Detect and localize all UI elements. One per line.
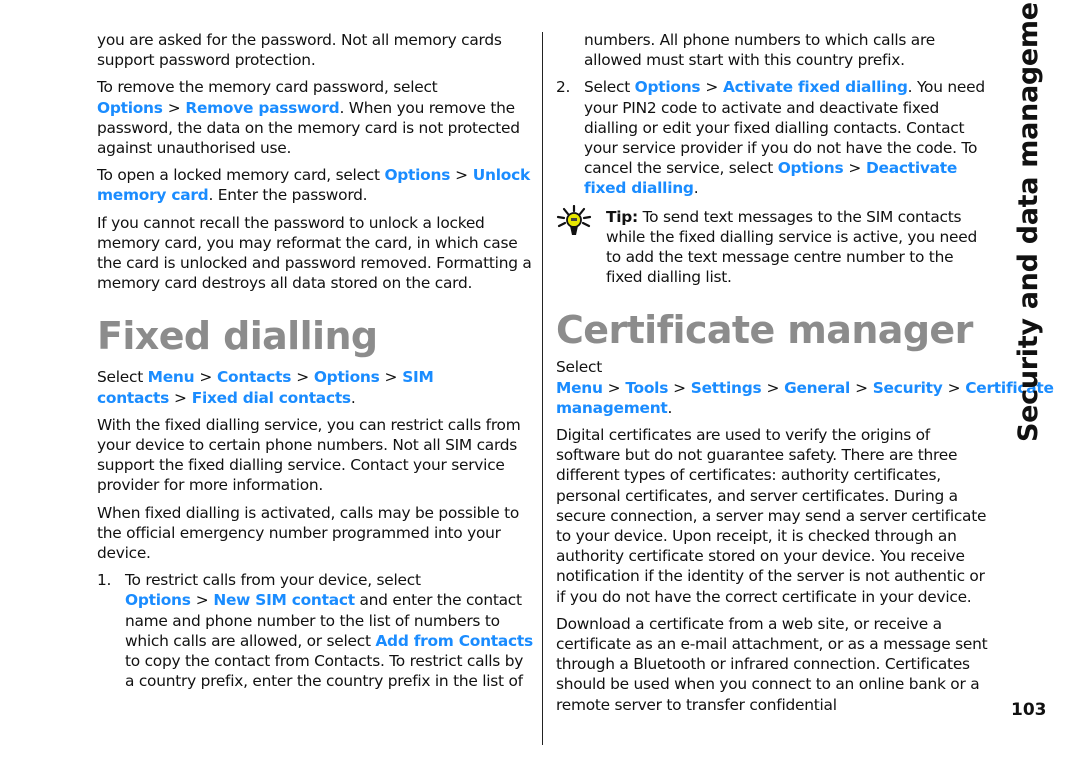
paragraph-remove-password: To remove the memory card password, sele… — [97, 78, 520, 158]
steps-list: 1. To restrict calls from your device, se… — [97, 570, 533, 691]
step-item: 1. To restrict calls from your device, se… — [97, 571, 533, 691]
section-heading-certificate-manager: Certificate manager — [556, 308, 973, 353]
menu-path-fixed-dialling: Select Menu > Contacts > Options > SIM contact… — [97, 368, 434, 407]
lightbulb-icon — [556, 204, 592, 235]
link-activate-fixed-dialling[interactable]: Activate fixed dialling — [723, 78, 908, 96]
separator: > — [607, 378, 621, 397]
step-number: 1. — [97, 571, 112, 590]
link-new-sim-contact[interactable]: New SIM contact — [213, 591, 355, 609]
steps-list-continued: numbers. All phone numbers to which call… — [556, 30, 992, 199]
step-number: 2. — [556, 78, 571, 97]
separator: > — [384, 368, 398, 387]
step-item-continued: numbers. All phone numbers to which call… — [584, 31, 935, 70]
link-settings[interactable]: Settings — [691, 379, 762, 397]
paragraph-unlock-card: To open a locked memory card, select Opt… — [97, 166, 530, 205]
column-divider — [542, 32, 543, 745]
paragraph-fixed-dialling-intro: With the fixed dialling service, you can… — [97, 415, 521, 495]
link-options[interactable]: Options — [314, 368, 380, 386]
link-menu[interactable]: Menu — [556, 379, 603, 397]
step-item: 2. Select Options > Activate fixed dialling… — [556, 78, 985, 198]
link-options[interactable]: Options — [384, 166, 450, 184]
tip-box: Tip: To send text messages to the SIM co… — [556, 204, 992, 288]
menu-path-certificate: Select Menu > Tools > Settings > General > Secur… — [556, 358, 1054, 417]
tip-label: Tip: — [606, 207, 638, 226]
separator: > — [195, 591, 209, 610]
link-options[interactable]: Options — [635, 78, 701, 96]
paragraph-password-support: you are asked for the password. Not all … — [97, 31, 502, 70]
separator: > — [766, 378, 780, 397]
separator: > — [947, 378, 961, 397]
separator: > — [855, 378, 868, 397]
separator: > — [848, 159, 862, 178]
section-heading-fixed-dialling: Fixed dialling — [97, 314, 378, 359]
separator: > — [174, 388, 187, 407]
link-security[interactable]: Security — [873, 379, 943, 397]
right-column: numbers. All phone numbers to which call… — [556, 30, 1054, 715]
paragraph-reformat-card: If you cannot recall the password to unl… — [97, 213, 532, 293]
page-number: 103 — [1011, 700, 1047, 720]
link-options[interactable]: Options — [125, 591, 191, 609]
left-column: you are asked for the password. Not all … — [97, 30, 533, 691]
link-menu[interactable]: Menu — [148, 368, 195, 386]
link-options[interactable]: Options — [778, 159, 844, 177]
separator: > — [705, 78, 718, 97]
link-options[interactable]: Options — [97, 99, 163, 117]
separator: > — [167, 98, 181, 117]
separator: > — [199, 368, 212, 387]
link-add-from-contacts[interactable]: Add from Contacts — [375, 632, 533, 650]
paragraph-certificates-intro: Digital certificates are used to verify … — [556, 426, 987, 606]
chapter-title: Security and data management — [1013, 0, 1044, 442]
separator: > — [455, 166, 468, 185]
paragraph-emergency-number: When fixed dialling is activated, calls … — [97, 503, 520, 563]
link-tools[interactable]: Tools — [625, 379, 668, 397]
link-general[interactable]: General — [784, 379, 850, 397]
separator: > — [296, 368, 309, 387]
link-remove-password[interactable]: Remove password — [185, 99, 339, 117]
paragraph-download-certificate: Download a certificate from a web site, … — [556, 614, 988, 714]
link-fixed-dial-contacts[interactable]: Fixed dial contacts — [192, 389, 351, 407]
separator: > — [673, 378, 686, 397]
link-contacts[interactable]: Contacts — [217, 368, 291, 386]
